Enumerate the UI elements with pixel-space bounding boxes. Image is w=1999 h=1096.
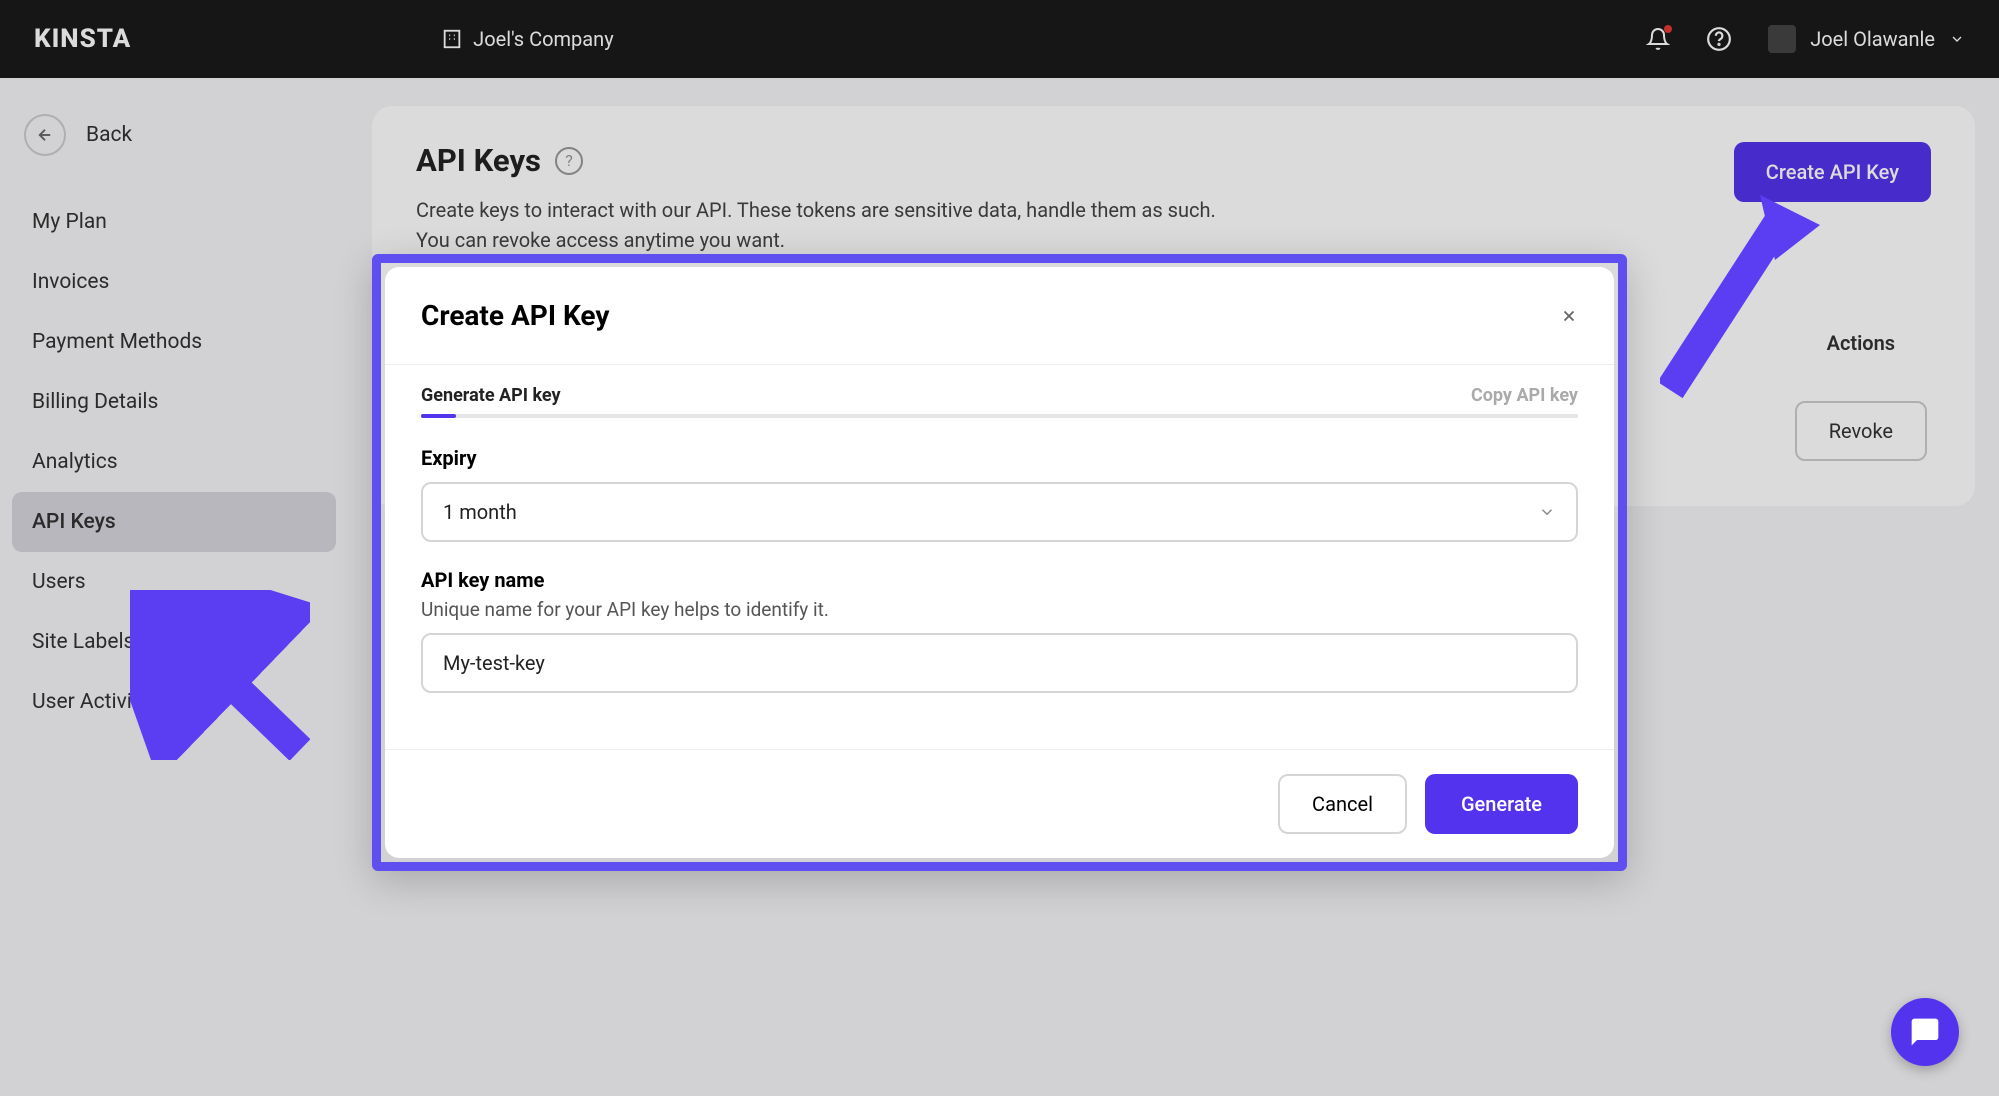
sidebar-item-users[interactable]: Users <box>12 552 336 612</box>
api-key-name-input[interactable] <box>421 633 1578 693</box>
step-progress-bar <box>421 414 1578 418</box>
help-button[interactable] <box>1706 26 1732 52</box>
step-copy-label: Copy API key <box>1471 385 1578 406</box>
avatar <box>1768 25 1796 53</box>
page-title: API Keys <box>416 142 541 179</box>
sidebar-item-invoices[interactable]: Invoices <box>12 252 336 312</box>
sidebar-item-payment-methods[interactable]: Payment Methods <box>12 312 336 372</box>
sidebar-item-api-keys[interactable]: API Keys <box>12 492 336 552</box>
help-icon <box>1706 26 1732 52</box>
notifications-button[interactable] <box>1646 27 1670 51</box>
page-description: Create keys to interact with our API. Th… <box>416 195 1216 255</box>
expiry-value: 1 month <box>443 500 517 524</box>
step-generate-label: Generate API key <box>421 385 561 406</box>
expiry-select[interactable]: 1 month <box>421 482 1578 542</box>
revoke-button[interactable]: Revoke <box>1795 401 1927 461</box>
user-menu[interactable]: Joel Olawanle <box>1768 25 1965 53</box>
api-key-name-label: API key name <box>421 568 1578 592</box>
top-header: KINSTA Joel's Company Joel Olawanle <box>0 0 1999 78</box>
sidebar-item-analytics[interactable]: Analytics <box>12 432 336 492</box>
chevron-down-icon <box>1538 503 1556 521</box>
cancel-button[interactable]: Cancel <box>1278 774 1407 834</box>
create-api-key-modal: Create API Key Generate API key Copy API… <box>385 267 1614 858</box>
user-name-label: Joel Olawanle <box>1810 27 1935 51</box>
company-name: Joel's Company <box>473 27 614 51</box>
modal-title: Create API Key <box>421 299 609 332</box>
modal-highlight-frame: Create API Key Generate API key Copy API… <box>372 254 1627 871</box>
sidebar-item-site-labels[interactable]: Site Labels <box>12 612 336 672</box>
building-icon <box>441 28 463 50</box>
back-label: Back <box>86 123 132 147</box>
sidebar: Back My Plan Invoices Payment Methods Bi… <box>0 78 348 1096</box>
expiry-label: Expiry <box>421 446 1578 470</box>
close-icon <box>1560 307 1578 325</box>
help-tooltip-icon[interactable]: ? <box>555 147 583 175</box>
intercom-chat-button[interactable] <box>1891 998 1959 1066</box>
kinsta-logo: KINSTA <box>34 24 131 54</box>
modal-close-button[interactable] <box>1560 307 1578 325</box>
back-button[interactable]: Back <box>12 102 336 180</box>
sidebar-item-billing-details[interactable]: Billing Details <box>12 372 336 432</box>
arrow-left-icon <box>36 126 54 144</box>
company-selector[interactable]: Joel's Company <box>441 27 614 51</box>
chevron-down-icon <box>1949 31 1965 47</box>
actions-column-header: Actions <box>1795 305 1927 381</box>
notification-dot-icon <box>1664 25 1672 33</box>
sidebar-item-user-activity[interactable]: User Activity <box>12 672 336 732</box>
chat-icon <box>1909 1016 1941 1048</box>
sidebar-item-my-plan[interactable]: My Plan <box>12 192 336 252</box>
generate-button[interactable]: Generate <box>1425 774 1578 834</box>
api-key-name-sublabel: Unique name for your API key helps to id… <box>421 598 1578 621</box>
create-api-key-button[interactable]: Create API Key <box>1734 142 1931 202</box>
